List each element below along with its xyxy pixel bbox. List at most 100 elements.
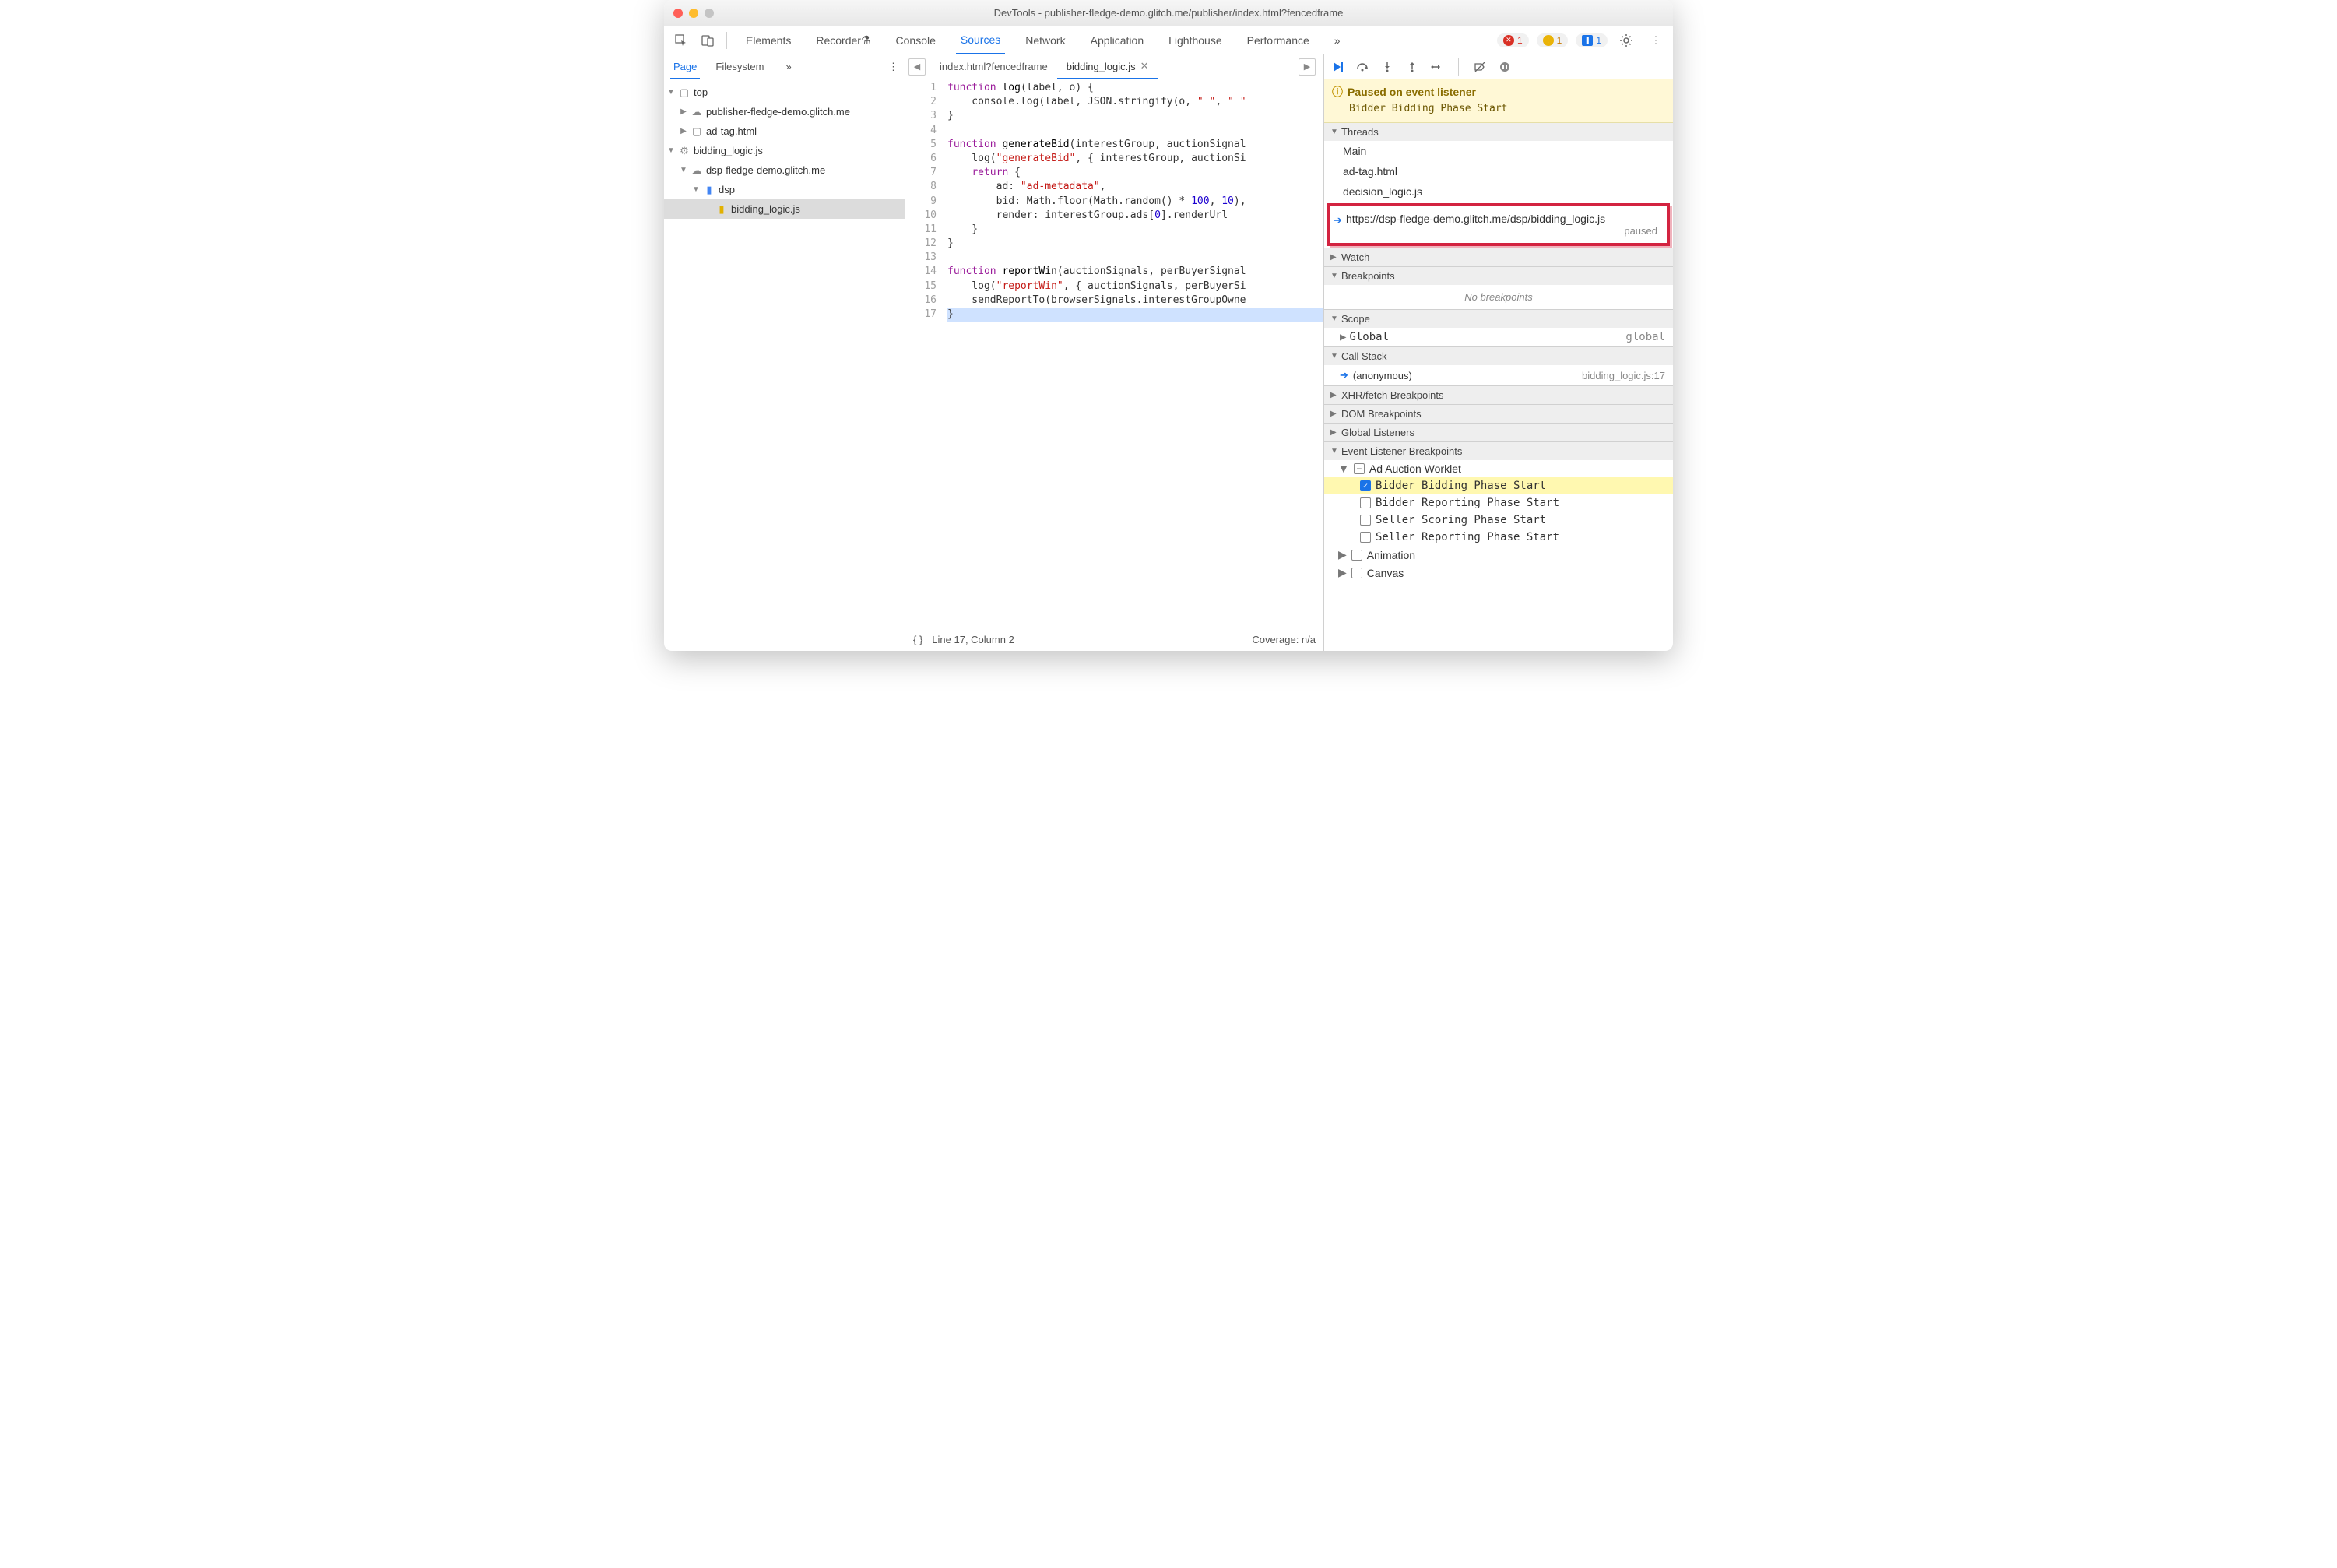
file-icon: ▮ bbox=[715, 203, 728, 216]
nav-more-icon[interactable]: » bbox=[783, 54, 795, 79]
watch-section: ▶Watch bbox=[1324, 248, 1673, 267]
breakpoints-section: ▼Breakpoints No breakpoints bbox=[1324, 267, 1673, 310]
editor-statusbar: { } Line 17, Column 2 Coverage: n/a bbox=[905, 628, 1323, 651]
current-thread-icon: ➔ bbox=[1334, 214, 1342, 227]
warnings-badge[interactable]: !1 bbox=[1537, 33, 1569, 47]
nav-back-icon[interactable]: ◀ bbox=[908, 58, 926, 76]
tree-dsp-folder[interactable]: ▼▮dsp bbox=[664, 180, 905, 199]
more-icon[interactable]: ⋮ bbox=[1645, 30, 1667, 51]
tab-console[interactable]: Console bbox=[891, 26, 940, 54]
tab-recorder[interactable]: Recorder ⚗ bbox=[811, 26, 875, 54]
deactivate-breakpoints-icon[interactable] bbox=[1473, 60, 1487, 74]
step-icon[interactable] bbox=[1430, 60, 1444, 74]
gears-icon: ⚙ bbox=[678, 145, 691, 157]
callstack-header[interactable]: ▼Call Stack bbox=[1324, 347, 1673, 365]
cloud-icon: ☁ bbox=[691, 106, 703, 118]
tab-lighthouse[interactable]: Lighthouse bbox=[1164, 26, 1227, 54]
checkbox[interactable] bbox=[1360, 532, 1371, 543]
tree-origin[interactable]: ▶☁publisher-fledge-demo.glitch.me bbox=[664, 102, 905, 121]
editor-pane: ◀ index.html?fencedframe bidding_logic.j… bbox=[905, 54, 1324, 651]
device-icon[interactable] bbox=[697, 30, 719, 51]
checkbox-mixed[interactable] bbox=[1354, 463, 1365, 474]
tab-application[interactable]: Application bbox=[1086, 26, 1149, 54]
issues-badge[interactable]: ❚1 bbox=[1576, 33, 1608, 47]
editor-tab-index[interactable]: index.html?fencedframe bbox=[930, 54, 1057, 79]
info-icon: ⓘ bbox=[1332, 84, 1343, 100]
debugger-pane: ⓘPaused on event listener Bidder Bidding… bbox=[1324, 54, 1673, 651]
evl-seller-scoring[interactable]: Seller Scoring Phase Start bbox=[1324, 512, 1673, 529]
format-icon[interactable]: { } bbox=[913, 634, 922, 645]
tree-dsp-origin[interactable]: ▼☁dsp-fledge-demo.glitch.me bbox=[664, 160, 905, 180]
page-tab[interactable]: Page bbox=[670, 55, 700, 79]
breakpoints-header[interactable]: ▼Breakpoints bbox=[1324, 267, 1673, 285]
thread-decision[interactable]: decision_logic.js bbox=[1324, 181, 1673, 202]
thread-dsp-highlighted[interactable]: ➔ https://dsp-fledge-demo.glitch.me/dsp/… bbox=[1327, 203, 1670, 246]
tree-worklet[interactable]: ▼⚙bidding_logic.js bbox=[664, 141, 905, 160]
event-listener-bp-header[interactable]: ▼Event Listener Breakpoints bbox=[1324, 442, 1673, 460]
callstack-frame[interactable]: ➔(anonymous)bidding_logic.js:17 bbox=[1324, 365, 1673, 385]
xhr-bp-header[interactable]: ▶XHR/fetch Breakpoints bbox=[1324, 386, 1673, 404]
evl-seller-reporting[interactable]: Seller Reporting Phase Start bbox=[1324, 529, 1673, 546]
main-tabs: Elements Recorder ⚗ Console Sources Netw… bbox=[741, 26, 1345, 54]
checkbox[interactable] bbox=[1351, 568, 1362, 578]
tabs-overflow-icon[interactable]: » bbox=[1330, 26, 1345, 54]
tab-network[interactable]: Network bbox=[1021, 26, 1070, 54]
tab-sources[interactable]: Sources bbox=[956, 27, 1005, 54]
step-into-icon[interactable] bbox=[1380, 60, 1394, 74]
watch-header[interactable]: ▶Watch bbox=[1324, 248, 1673, 266]
inspect-icon[interactable] bbox=[670, 30, 692, 51]
evl-cat-canvas[interactable]: ▶Canvas bbox=[1324, 564, 1673, 582]
global-listeners-header[interactable]: ▶Global Listeners bbox=[1324, 424, 1673, 441]
threads-header[interactable]: ▼Threads bbox=[1324, 123, 1673, 141]
evl-cat-adauction[interactable]: ▼Ad Auction Worklet bbox=[1324, 460, 1673, 477]
paused-banner: ⓘPaused on event listener Bidder Bidding… bbox=[1324, 79, 1673, 123]
scope-header[interactable]: ▼Scope bbox=[1324, 310, 1673, 328]
step-over-icon[interactable] bbox=[1355, 60, 1369, 74]
pause-exceptions-icon[interactable] bbox=[1498, 60, 1512, 74]
folder-icon: ▮ bbox=[703, 184, 715, 196]
tab-performance[interactable]: Performance bbox=[1242, 26, 1314, 54]
tab-elements[interactable]: Elements bbox=[741, 26, 796, 54]
evl-cat-animation[interactable]: ▶Animation bbox=[1324, 546, 1673, 564]
tree-top[interactable]: ▼▢top bbox=[664, 83, 905, 102]
navigator-pane: Page Filesystem » ⋮ ▼▢top ▶☁publisher-fl… bbox=[664, 54, 905, 651]
debug-toolbar bbox=[1324, 54, 1673, 79]
global-listeners-section: ▶Global Listeners bbox=[1324, 424, 1673, 442]
thread-main[interactable]: Main bbox=[1324, 141, 1673, 161]
close-tab-icon[interactable]: ✕ bbox=[1140, 60, 1149, 72]
step-out-icon[interactable] bbox=[1405, 60, 1419, 74]
errors-badge[interactable]: ✕1 bbox=[1497, 33, 1529, 47]
navigator-tabs: Page Filesystem » ⋮ bbox=[664, 54, 905, 79]
checkbox[interactable] bbox=[1351, 550, 1362, 561]
code-editor[interactable]: 1234567891011121314151617 function log(l… bbox=[905, 79, 1323, 628]
scope-global[interactable]: ▶Globalglobal bbox=[1324, 328, 1673, 346]
tree-adtag[interactable]: ▶▢ad-tag.html bbox=[664, 121, 905, 141]
no-breakpoints: No breakpoints bbox=[1324, 285, 1673, 309]
issue-icon: ❚ bbox=[1582, 35, 1593, 46]
cursor-position: Line 17, Column 2 bbox=[932, 634, 1014, 645]
devtools-window: DevTools - publisher-fledge-demo.glitch.… bbox=[664, 0, 1673, 651]
frame-icon: ▢ bbox=[678, 86, 691, 99]
checkbox[interactable] bbox=[1360, 515, 1371, 526]
xhr-bp-section: ▶XHR/fetch Breakpoints bbox=[1324, 386, 1673, 405]
tree-dsp-file[interactable]: ▮bidding_logic.js bbox=[664, 199, 905, 219]
checkbox-checked[interactable] bbox=[1360, 480, 1371, 491]
line-gutter: 1234567891011121314151617 bbox=[905, 79, 943, 628]
evl-bidder-reporting[interactable]: Bidder Reporting Phase Start bbox=[1324, 494, 1673, 512]
checkbox[interactable] bbox=[1360, 497, 1371, 508]
callstack-section: ▼Call Stack ➔(anonymous)bidding_logic.js… bbox=[1324, 347, 1673, 386]
settings-icon[interactable] bbox=[1615, 30, 1637, 51]
file-tree: ▼▢top ▶☁publisher-fledge-demo.glitch.me … bbox=[664, 79, 905, 651]
event-listener-bp-section: ▼Event Listener Breakpoints ▼Ad Auction … bbox=[1324, 442, 1673, 582]
filesystem-tab[interactable]: Filesystem bbox=[712, 54, 767, 79]
nav-fwd-icon[interactable]: ▶ bbox=[1299, 58, 1316, 76]
nav-menu-icon[interactable]: ⋮ bbox=[888, 61, 898, 73]
dom-bp-section: ▶DOM Breakpoints bbox=[1324, 405, 1673, 424]
editor-tab-bidding[interactable]: bidding_logic.js✕ bbox=[1057, 55, 1158, 79]
dom-bp-header[interactable]: ▶DOM Breakpoints bbox=[1324, 405, 1673, 423]
evl-bidder-bidding[interactable]: Bidder Bidding Phase Start bbox=[1324, 477, 1673, 494]
current-frame-icon: ➔ bbox=[1340, 369, 1348, 381]
thread-adtag[interactable]: ad-tag.html bbox=[1324, 161, 1673, 181]
resume-icon[interactable] bbox=[1330, 60, 1344, 74]
scope-section: ▼Scope ▶Globalglobal bbox=[1324, 310, 1673, 347]
